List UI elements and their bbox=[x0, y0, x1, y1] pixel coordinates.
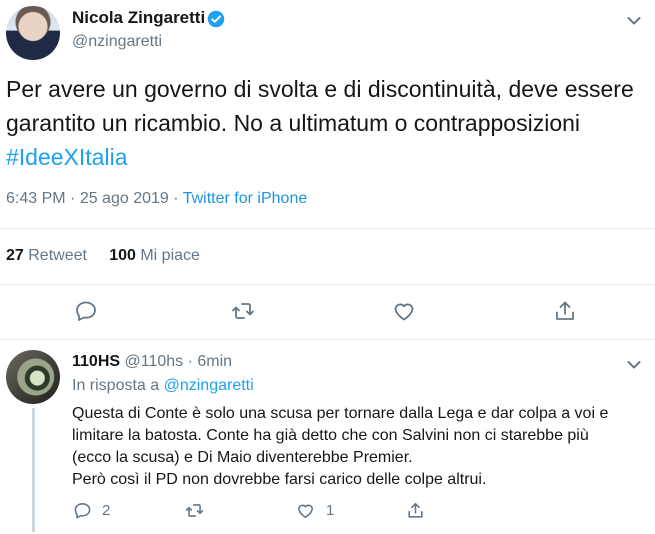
reply-author-avatar[interactable] bbox=[6, 350, 60, 404]
tweet-time[interactable]: 6:43 PM bbox=[6, 190, 66, 207]
tweet-source-link[interactable]: Twitter for iPhone bbox=[183, 190, 308, 207]
tweet-meta: 6:43 PM · 25 ago 2019 · Twitter for iPho… bbox=[6, 190, 307, 208]
in-reply-prefix: In risposta a bbox=[72, 377, 164, 394]
divider bbox=[0, 228, 655, 229]
mention-link[interactable]: @nzingaretti bbox=[164, 377, 254, 394]
retweet-stat[interactable]: 27 Retweet bbox=[6, 247, 87, 264]
share-icon[interactable] bbox=[406, 501, 425, 520]
reply-count: 2 bbox=[102, 502, 111, 519]
reply-text-line: Questa di Conte è solo una scusa per tor… bbox=[72, 405, 609, 422]
reply-text-line: (ecco la scusa) e Di Maio diventerebbe P… bbox=[72, 449, 413, 466]
in-reply-to: In risposta a @nzingaretti bbox=[72, 377, 254, 395]
author-handle[interactable]: @nzingaretti bbox=[72, 33, 162, 51]
reply-text-line: Però così il PD non dovrebbe farsi caric… bbox=[72, 471, 487, 488]
reply-author-handle[interactable]: @110hs bbox=[125, 353, 184, 370]
author-avatar[interactable] bbox=[6, 6, 60, 60]
divider bbox=[0, 284, 655, 285]
meta-separator: · bbox=[168, 190, 183, 207]
hashtag-link[interactable]: #IdeeXItalia bbox=[6, 144, 127, 170]
tweet-date[interactable]: 25 ago 2019 bbox=[80, 190, 169, 207]
author-name[interactable]: Nicola Zingaretti bbox=[72, 8, 205, 28]
reply-text-line: limitare la batosta. Conte ha già detto … bbox=[72, 427, 589, 444]
reply-text: Questa di Conte è solo una scusa per tor… bbox=[72, 403, 647, 491]
reply-header: 110HS @110hs · 6min bbox=[72, 353, 232, 371]
retweet-icon[interactable] bbox=[231, 299, 255, 323]
like-label: Mi piace bbox=[140, 247, 200, 264]
like-count: 1 bbox=[326, 502, 335, 519]
meta-separator: · bbox=[65, 190, 80, 207]
tweet-body: Per avere un governo di svolta e di disc… bbox=[6, 76, 634, 136]
tweet-stats: 27 Retweet 100 Mi piace bbox=[6, 247, 200, 265]
chevron-down-icon[interactable] bbox=[627, 13, 641, 25]
chevron-down-icon[interactable] bbox=[627, 357, 641, 369]
retweet-count: 27 bbox=[6, 247, 24, 264]
tweet-text: Per avere un governo di svolta e di disc… bbox=[6, 72, 646, 174]
divider bbox=[0, 339, 655, 340]
reply-icon[interactable] bbox=[74, 299, 98, 323]
thread-line bbox=[32, 408, 35, 532]
like-count: 100 bbox=[109, 247, 136, 264]
reply-icon[interactable] bbox=[73, 501, 92, 520]
like-stat[interactable]: 100 Mi piace bbox=[109, 247, 200, 264]
verified-badge-icon bbox=[207, 10, 225, 28]
like-icon[interactable] bbox=[296, 501, 315, 520]
like-icon[interactable] bbox=[392, 299, 416, 323]
retweet-icon[interactable] bbox=[185, 501, 204, 520]
retweet-label: Retweet bbox=[28, 247, 87, 264]
reply-author-name[interactable]: 110HS bbox=[72, 353, 120, 370]
reply-time[interactable]: · 6min bbox=[183, 353, 232, 370]
share-icon[interactable] bbox=[553, 299, 577, 323]
